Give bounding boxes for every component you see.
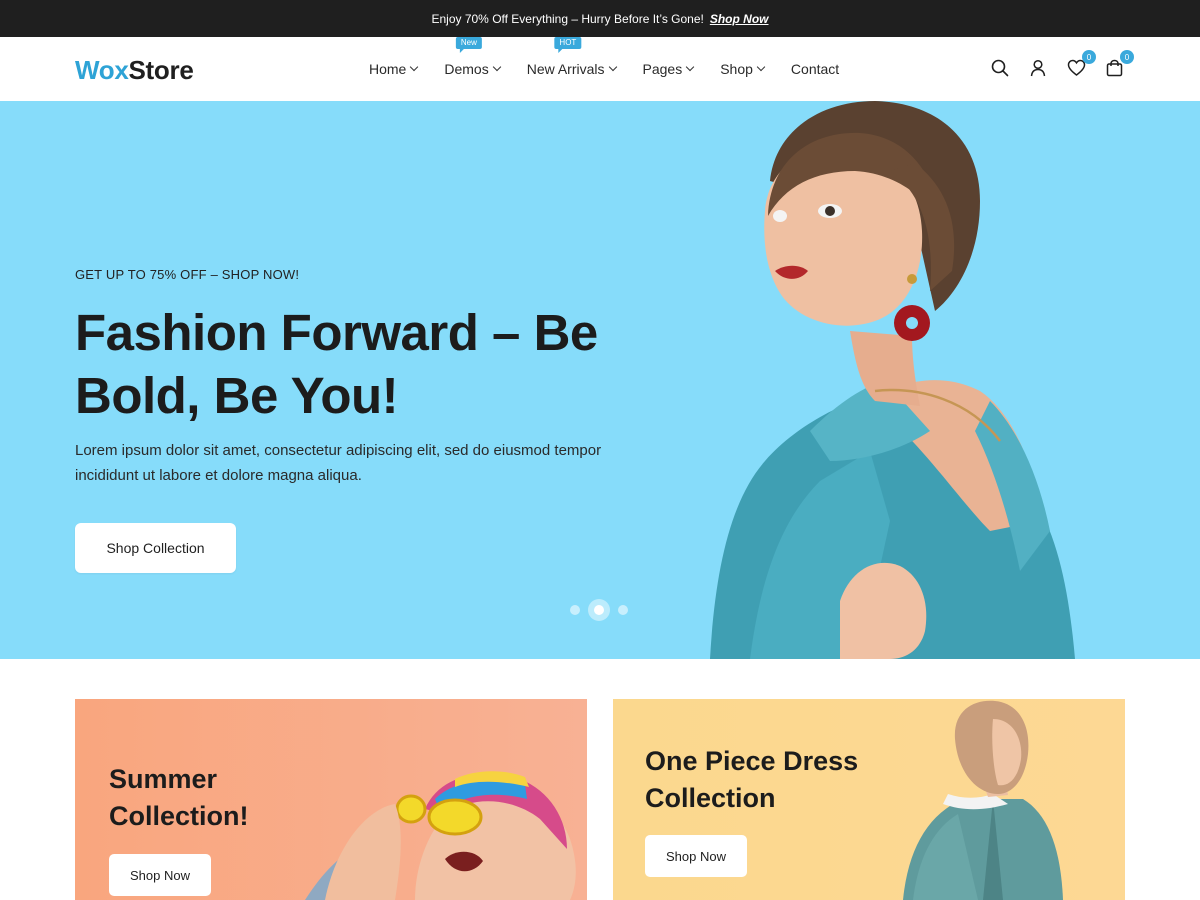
logo-part-store: Store: [128, 55, 194, 85]
dress-model-image: [903, 700, 1063, 900]
wishlist-button[interactable]: 0: [1065, 50, 1096, 79]
main-nav: Home New Demos HOT New Arrivals Pages Sh…: [369, 37, 866, 101]
header-icons: 0 0: [985, 50, 1134, 79]
nav-item-label: Shop: [720, 61, 753, 77]
nav-item-home[interactable]: Home: [369, 61, 419, 77]
nav-item-label: New Arrivals: [526, 61, 605, 77]
slider-dot-1[interactable]: [570, 605, 580, 615]
banner-title: Summer Collection!: [109, 764, 249, 831]
search-icon: [991, 59, 1009, 77]
summer-model-image: [305, 771, 576, 900]
slider-dots: [570, 599, 628, 621]
nav-item-pages[interactable]: Pages: [642, 61, 695, 77]
banner-title: One Piece Dress Collection: [645, 746, 859, 813]
search-button[interactable]: [989, 57, 1011, 79]
logo-part-wox: Wox: [75, 55, 129, 85]
chevron-down-icon: [410, 62, 419, 72]
summer-shop-now-button[interactable]: Shop Now: [109, 854, 211, 896]
dress-shop-now-button[interactable]: Shop Now: [645, 835, 747, 877]
announcement-bar: Enjoy 70% Off Everything – Hurry Before …: [0, 0, 1200, 37]
hero-slider: GET UP TO 75% OFF – SHOP NOW! Fashion Fo…: [0, 101, 1200, 659]
heart-icon: [1067, 59, 1085, 76]
shop-collection-button[interactable]: Shop Collection: [75, 523, 236, 573]
nav-item-label: Pages: [642, 61, 683, 77]
chevron-down-icon: [492, 62, 501, 72]
nav-badge-hot: HOT: [554, 37, 582, 53]
bag-icon: [1106, 59, 1122, 77]
slider-dot-2-active[interactable]: [588, 599, 610, 621]
chevron-down-icon: [685, 62, 695, 72]
slider-dot-3[interactable]: [618, 605, 628, 615]
wishlist-count-badge: 0: [1082, 50, 1096, 64]
banner-one-piece-dress[interactable]: One Piece Dress Collection Shop Now: [613, 699, 1125, 900]
nav-badge-new: New: [455, 37, 482, 53]
hero-title: Fashion Forward – Be Bold, Be You!: [75, 304, 598, 424]
nav-item-demos[interactable]: New Demos: [444, 37, 501, 77]
site-logo[interactable]: WoxStore: [75, 55, 194, 86]
chevron-down-icon: [756, 62, 766, 72]
hero-model-image: [710, 101, 1075, 659]
nav-item-label: Home: [369, 61, 407, 77]
nav-item-shop[interactable]: Shop: [720, 61, 766, 77]
hero-kicker: GET UP TO 75% OFF – SHOP NOW!: [75, 267, 300, 282]
hero-description: Lorem ipsum dolor sit amet, consectetur …: [75, 442, 602, 484]
account-button[interactable]: [1027, 57, 1049, 79]
nav-item-contact[interactable]: Contact: [791, 61, 839, 77]
chevron-down-icon: [608, 62, 617, 72]
announcement-shop-now-link[interactable]: Shop Now: [710, 12, 769, 26]
nav-item-label: Contact: [790, 61, 840, 77]
banner-summer-collection[interactable]: Summer Collection! Shop Now: [75, 699, 587, 900]
site-header: WoxStore Home New Demos HOT New Arrivals…: [0, 37, 1200, 101]
user-icon: [1030, 59, 1046, 77]
nav-item-label: Demos: [444, 61, 489, 77]
announcement-text: Enjoy 70% Off Everything – Hurry Before …: [431, 11, 704, 26]
cart-count-badge: 0: [1120, 50, 1134, 64]
cart-button[interactable]: 0: [1103, 50, 1134, 79]
nav-item-new-arrivals[interactable]: HOT New Arrivals: [526, 37, 617, 77]
